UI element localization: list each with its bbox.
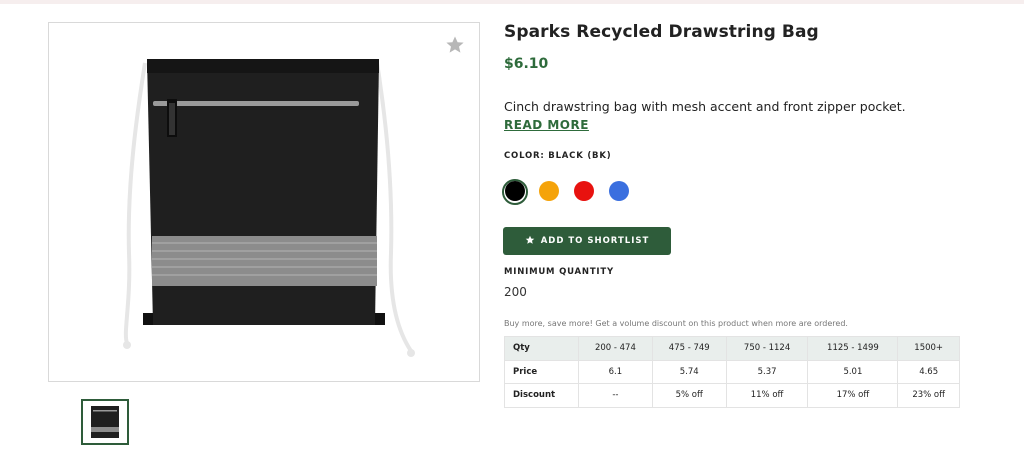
table-cell: 6.1	[578, 359, 653, 384]
favorite-star-icon[interactable]	[445, 35, 465, 55]
volume-discount-note: Buy more, save more! Get a volume discou…	[504, 319, 848, 328]
table-header-cell: 750 - 1124	[725, 336, 809, 361]
swatch-black[interactable]	[505, 181, 525, 201]
table-header-cell: 1125 - 1499	[807, 336, 899, 361]
product-title: Sparks Recycled Drawstring Bag	[504, 22, 819, 42]
table-header-cell: Qty	[504, 336, 579, 361]
color-label: COLOR: BLACK (BK)	[504, 151, 612, 161]
minimum-quantity-value: 200	[504, 285, 527, 299]
product-thumbnail[interactable]	[81, 399, 129, 445]
volume-pricing-table: Qty 200 - 474 475 - 749 750 - 1124 1125 …	[504, 336, 960, 408]
table-header-row: Qty 200 - 474 475 - 749 750 - 1124 1125 …	[504, 336, 960, 361]
table-cell: 4.65	[897, 359, 960, 384]
swatch-blue[interactable]	[609, 181, 629, 201]
table-cell: Price	[504, 359, 579, 384]
table-cell: Discount	[504, 383, 579, 408]
add-to-shortlist-button[interactable]: ADD TO SHORTLIST	[503, 227, 671, 255]
table-cell: 17% off	[807, 383, 899, 408]
table-header-cell: 1500+	[897, 336, 960, 361]
read-more-link[interactable]: READ MORE	[504, 118, 589, 132]
table-cell: 5.74	[651, 359, 727, 384]
product-image-frame	[48, 22, 480, 382]
table-row: Price 6.1 5.74 5.37 5.01 4.65	[504, 359, 960, 384]
table-header-cell: 200 - 474	[578, 336, 653, 361]
table-cell: --	[578, 383, 653, 408]
minimum-quantity-label: MINIMUM QUANTITY	[504, 267, 614, 277]
table-row: Discount -- 5% off 11% off 17% off 23% o…	[504, 383, 960, 408]
table-header-cell: 475 - 749	[651, 336, 727, 361]
swatch-red[interactable]	[574, 181, 594, 201]
table-cell: 5.01	[807, 359, 899, 384]
thumbnail-image	[91, 406, 119, 438]
shortlist-button-label: ADD TO SHORTLIST	[540, 236, 650, 246]
star-icon	[525, 235, 535, 248]
top-strip	[0, 0, 1024, 4]
table-cell: 5.37	[725, 359, 809, 384]
table-cell: 11% off	[725, 383, 809, 408]
product-price: $6.10	[504, 56, 549, 72]
product-description: Cinch drawstring bag with mesh accent an…	[504, 99, 906, 114]
table-cell: 5% off	[651, 383, 727, 408]
swatch-orange[interactable]	[539, 181, 559, 201]
table-cell: 23% off	[897, 383, 960, 408]
product-image	[123, 59, 415, 357]
